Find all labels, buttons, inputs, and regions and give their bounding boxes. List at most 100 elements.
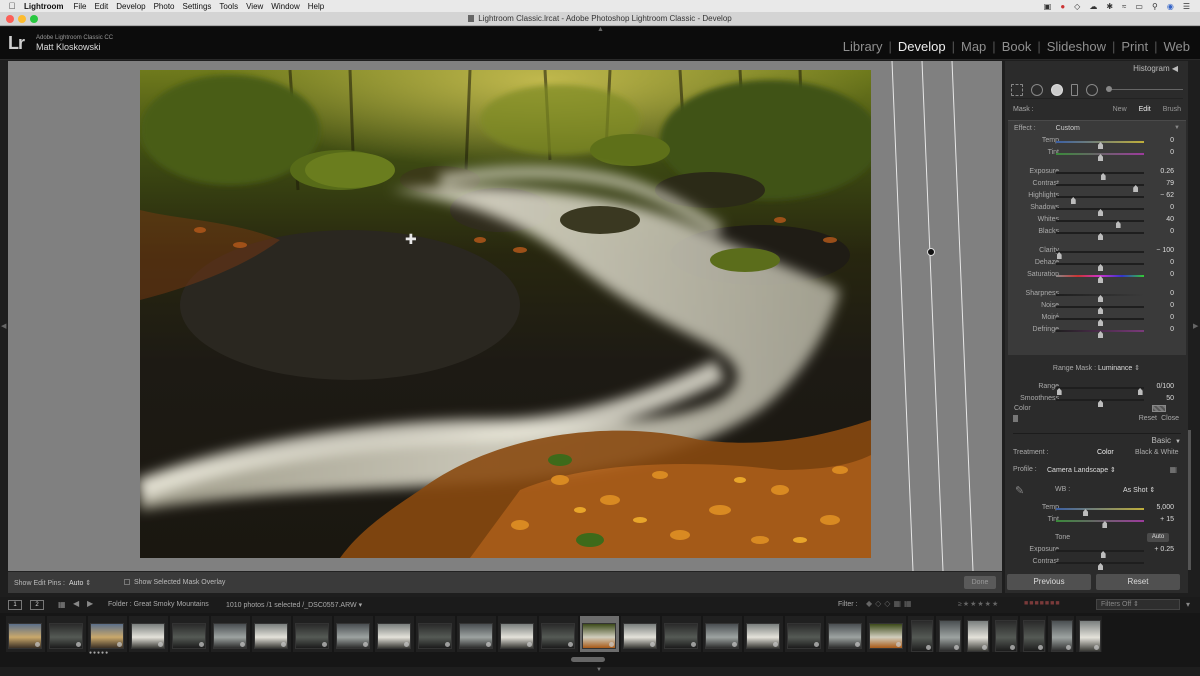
filmstrip-thumbnail[interactable] [869,623,903,649]
filmstrip-cell[interactable] [964,616,990,652]
tint-slider[interactable]: Tint + 15 [1008,516,1186,528]
noise-track[interactable] [1056,306,1144,314]
forward-arrow-icon[interactable]: ▶ [87,599,93,608]
menu-edit[interactable]: Edit [94,2,116,11]
filmstrip-scrollbar[interactable] [571,657,605,662]
tint-track[interactable] [1056,520,1144,528]
module-library[interactable]: Library [837,39,889,54]
filmstrip-cell[interactable] [1020,616,1046,652]
done-button[interactable]: Done [964,576,996,589]
previous-button[interactable]: Previous [1007,574,1091,590]
filmstrip-cell[interactable] [744,616,783,652]
tint-slider[interactable]: Tint 0 [1008,149,1186,161]
reset-button[interactable]: Reset [1096,574,1180,590]
filmstrip-cell[interactable] [252,616,291,652]
filmstrip-thumbnail[interactable] [172,623,206,649]
wifi-icon[interactable]: ≈ [1122,2,1126,11]
red-eye-icon[interactable] [1051,83,1063,96]
filmstrip-thumbnail[interactable] [213,623,247,649]
filmstrip-thumbnail[interactable] [787,623,821,649]
clarity-track[interactable] [1056,251,1144,259]
tint-track[interactable] [1056,153,1144,161]
filmstrip-cell[interactable] [1048,616,1074,652]
filmstrip-cell[interactable] [293,616,332,652]
brush-slider-icon[interactable] [1106,86,1183,92]
whites-knob[interactable] [1115,221,1121,228]
filmstrip-cell[interactable] [170,616,209,652]
color-label-filter-icons[interactable]: ■■■■■■■ [1024,600,1061,607]
menu-tools[interactable]: Tools [219,2,246,11]
filmstrip-thumbnail[interactable] [967,620,989,652]
apple-menu-icon[interactable]:  [0,1,24,11]
filmstrip-thumbnail[interactable] [705,623,739,649]
contrast-slider[interactable]: Contrast 79 [1008,180,1186,192]
shadows-track[interactable] [1056,208,1144,216]
show-edit-pins[interactable]: Show Edit Pins : Auto ⇕ [14,579,91,587]
menu-app[interactable]: Lightroom [24,2,74,11]
filmstrip-thumbnail[interactable] [49,623,83,649]
filmstrip-thumbnail[interactable] [131,623,165,649]
filmstrip-cell[interactable] [498,616,537,652]
noise-slider[interactable]: Noise 0 [1008,302,1186,314]
module-develop[interactable]: Develop [892,39,952,54]
range-mask-value[interactable]: Luminance [1098,365,1132,372]
clarity-slider[interactable]: Clarity − 100 [1008,247,1186,259]
filmstrip-thumbnail[interactable] [254,623,288,649]
filmstrip-cell[interactable] [936,616,962,652]
moire-knob[interactable] [1098,319,1103,326]
temp-slider[interactable]: Temp 0 [1008,137,1186,149]
moire-track[interactable] [1056,318,1144,326]
menu-help[interactable]: Help [308,2,332,11]
filmstrip-cell[interactable] [334,616,373,652]
filmstrip-cell[interactable] [129,616,168,652]
highlights-knob[interactable] [1070,197,1076,204]
profile-browser-icon[interactable]: ▦ [1169,465,1177,474]
module-book[interactable]: Book [996,39,1038,54]
sharpness-slider[interactable]: Sharpness 0 [1008,290,1186,302]
filmstrip-cell[interactable] [375,616,414,652]
filmstrip-thumbnail[interactable] [295,623,329,649]
noise-knob[interactable] [1098,307,1103,314]
highlights-track[interactable] [1056,196,1144,204]
reset-mask-button[interactable]: Reset [1139,415,1157,422]
menu-view[interactable]: View [246,2,271,11]
flag-filter-icons[interactable]: ◆◇◇▦▦ [866,599,915,608]
search-icon[interactable]: ⚲ [1152,2,1158,11]
filmstrip-cell[interactable] [662,616,701,652]
temp-track[interactable] [1056,141,1144,149]
filmstrip-thumbnail[interactable] [664,623,698,649]
filmstrip-cell[interactable] [88,616,127,652]
folder-path[interactable]: Folder : Great Smoky Mountains [108,601,209,608]
filmstrip-thumbnail[interactable] [90,623,124,649]
notification-icon[interactable]: ☰ [1183,2,1190,11]
close-window-icon[interactable] [6,15,14,23]
filmstrip-thumbnail[interactable] [418,623,452,649]
mask-edit[interactable]: Edit [1139,106,1151,113]
radial-filter-icon[interactable] [1086,83,1098,96]
filmstrip-thumbnail-selected[interactable] [582,623,616,649]
contrast-track[interactable] [1056,562,1144,570]
mask-new[interactable]: New [1113,106,1127,113]
right-panel-toggle-icon[interactable]: ▶ [1193,322,1198,330]
filmstrip-cell[interactable] [416,616,455,652]
dehaze-track[interactable] [1056,263,1144,271]
right-panel-scrollbar[interactable] [1188,430,1191,570]
range-knob-high[interactable] [1137,388,1143,395]
dropbox-icon[interactable]: ◇ [1074,2,1080,11]
filmstrip-cell[interactable] [1076,616,1102,652]
zoom-window-icon[interactable] [30,15,38,23]
effect-collapse-icon[interactable]: ▼ [1174,125,1180,131]
filmstrip-cell[interactable] [621,616,660,652]
wb-value[interactable]: As Shot ⇕ [1123,486,1155,494]
airplay-icon[interactable]: ▭ [1135,2,1143,11]
filmstrip-thumbnail[interactable] [459,623,493,649]
filmstrip-thumbnail[interactable] [8,623,42,649]
back-arrow-icon[interactable]: ◀ [73,599,79,608]
saturation-track[interactable] [1056,275,1144,283]
module-print[interactable]: Print [1115,39,1154,54]
filmstrip-cell[interactable] [47,616,86,652]
menu-settings[interactable]: Settings [183,2,220,11]
screen-icon[interactable]: ▣ [1044,2,1052,11]
filmstrip-cell[interactable] [908,616,934,652]
temp-track[interactable] [1056,508,1144,516]
